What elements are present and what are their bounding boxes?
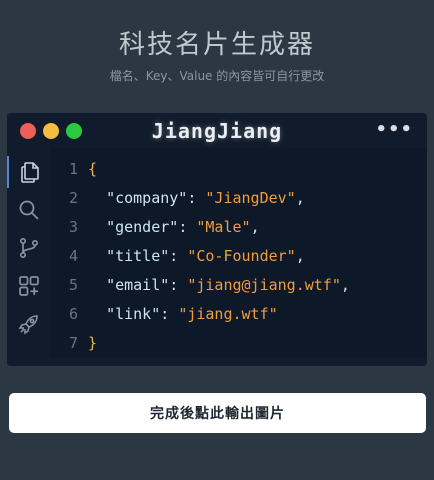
extensions-icon[interactable] — [7, 270, 50, 302]
window-titlebar: JiangJiang ••• — [7, 113, 427, 148]
json-key: "title" — [106, 247, 170, 265]
activity-bar — [7, 148, 50, 366]
line-number: 3 — [68, 218, 78, 236]
json-key: "company" — [106, 189, 188, 207]
code-line: 2 "company": "JiangDev", — [50, 186, 427, 210]
status-bar — [50, 358, 427, 366]
line-number: 2 — [68, 189, 78, 207]
files-icon[interactable] — [7, 156, 50, 188]
source-control-icon[interactable] — [7, 232, 50, 264]
line-number: 1 — [68, 160, 78, 178]
rocket-icon[interactable] — [7, 308, 50, 340]
line-number: 4 — [68, 247, 78, 265]
open-brace: { — [88, 160, 98, 178]
company-value[interactable]: "JiangDev" — [205, 189, 295, 207]
code-line: 7 } — [50, 331, 427, 355]
title-value[interactable]: "Co-Founder" — [187, 247, 295, 265]
more-options-icon[interactable]: ••• — [375, 119, 413, 140]
gender-value[interactable]: "Male" — [196, 218, 250, 236]
editor-window: JiangJiang ••• 1 {2 "company": "JiangDe… — [7, 113, 427, 366]
page-subtitle: 檔名、Key、Value 的內容皆可自行更改 — [109, 69, 325, 83]
code-line: 4 "title": "Co-Founder", — [50, 244, 427, 268]
link-value[interactable]: "jiang.wtf" — [178, 305, 277, 323]
search-icon[interactable] — [7, 194, 50, 226]
export-image-button[interactable]: 完成後點此輸出圖片 — [9, 393, 426, 433]
code-editor[interactable]: 1 { 2 "company": "JiangDev", 3 "gender":… — [50, 148, 427, 358]
line-number: 6 — [68, 305, 78, 323]
window-title[interactable]: JiangJiang — [7, 119, 427, 143]
code-line: 1 { — [50, 157, 427, 181]
code-line: 3 "gender": "Male", — [50, 215, 427, 239]
code-line: 5 "email": "jiang@jiang.wtf", — [50, 273, 427, 297]
page-title: 科技名片生成器 — [118, 30, 315, 60]
json-key: "gender" — [106, 218, 179, 236]
line-number: 5 — [68, 276, 78, 294]
json-key: "email" — [106, 276, 170, 294]
line-number: 7 — [68, 334, 78, 352]
page: 科技名片生成器 檔名、Key、Value 的內容皆可自行更改 JiangJian… — [0, 0, 434, 480]
close-brace: } — [88, 334, 98, 352]
json-key: "link" — [106, 305, 161, 323]
code-line: 6 "link": "jiang.wtf" — [50, 302, 427, 326]
email-value[interactable]: "jiang@jiang.wtf" — [187, 276, 341, 294]
